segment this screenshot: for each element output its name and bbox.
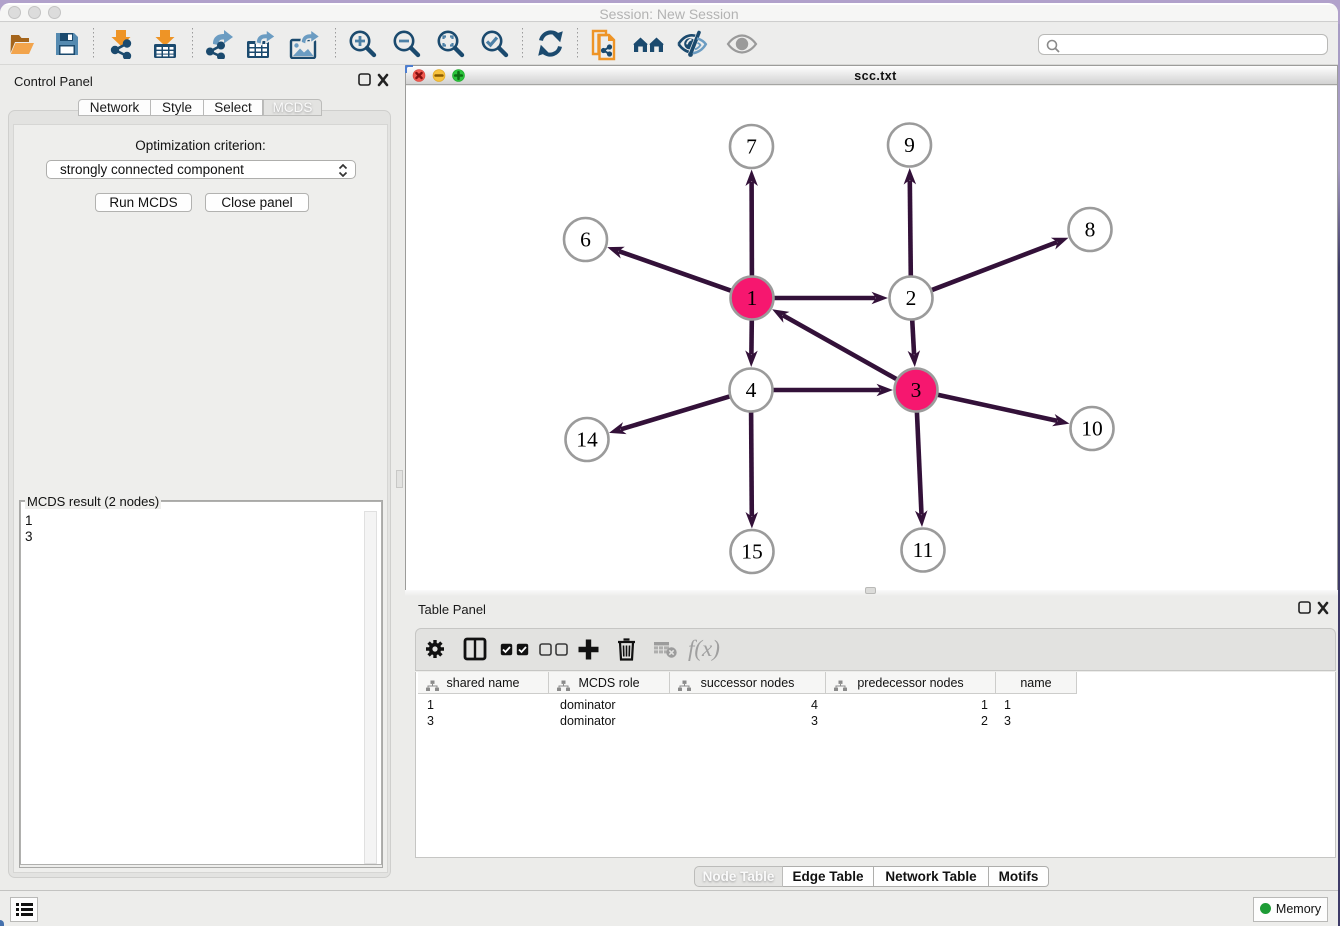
svg-text:8: 8 xyxy=(1085,218,1096,242)
svg-text:2: 2 xyxy=(906,286,917,310)
svg-text:6: 6 xyxy=(580,228,591,252)
svg-text:1: 1 xyxy=(747,286,758,310)
svg-text:11: 11 xyxy=(913,538,934,562)
svg-text:3: 3 xyxy=(911,378,922,402)
svg-text:4: 4 xyxy=(746,378,757,402)
svg-text:14: 14 xyxy=(576,428,598,452)
svg-text:15: 15 xyxy=(741,540,763,564)
svg-text:10: 10 xyxy=(1081,417,1103,441)
svg-text:7: 7 xyxy=(746,135,757,159)
svg-text:9: 9 xyxy=(904,133,915,157)
